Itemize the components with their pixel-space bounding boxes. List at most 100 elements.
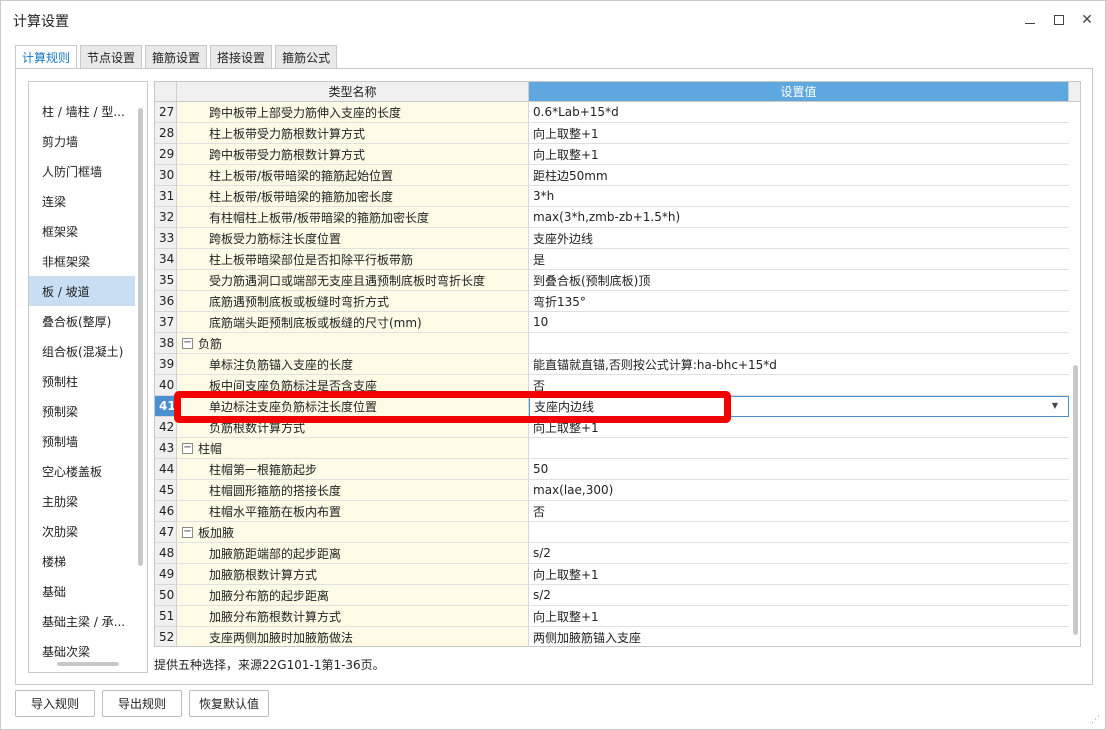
collapse-icon[interactable]: − [182, 526, 193, 538]
sidebar-item-17[interactable]: 基础主梁 / 承... [29, 606, 135, 636]
table-row[interactable]: 40 板中间支座负筋标注是否含支座 否 [155, 375, 1069, 396]
value-cell[interactable]: s/2 [529, 585, 1069, 606]
table-row[interactable]: 38− 负筋 [155, 333, 1069, 354]
sidebar-item-9[interactable]: 预制柱 [29, 366, 135, 396]
type-name-text: 跨板受力筋标注长度位置 [209, 231, 342, 246]
minimize-icon[interactable] [1019, 9, 1041, 31]
table-row[interactable]: 28 柱上板带受力筋根数计算方式 向上取整+1 [155, 123, 1069, 144]
tab-1[interactable]: 节点设置 [80, 45, 143, 69]
value-cell[interactable] [529, 438, 1069, 459]
table-row[interactable]: 50 加腋分布筋的起步距离 s/2 [155, 585, 1069, 606]
sidebar-item-8[interactable]: 组合板(混凝土) [29, 336, 135, 366]
tab-4[interactable]: 箍筋公式 [275, 45, 338, 69]
value-cell[interactable]: 否 [529, 501, 1069, 522]
chevron-down-icon[interactable]: ▼ [1052, 401, 1058, 410]
collapse-icon[interactable]: − [182, 337, 193, 349]
sidebar-item-4[interactable]: 框架梁 [29, 216, 135, 246]
sidebar-item-18[interactable]: 基础次梁 [29, 636, 135, 666]
tab-0[interactable]: 计算规则 [15, 45, 78, 70]
table-row[interactable]: 31 柱上板带/板带暗梁的箍筋加密长度 3*h [155, 186, 1069, 207]
sidebar-item-3[interactable]: 连梁 [29, 186, 135, 216]
close-icon[interactable]: ✕ [1076, 9, 1098, 31]
value-cell[interactable]: 弯折135° [529, 291, 1069, 312]
value-cell[interactable]: 50 [529, 459, 1069, 480]
resize-grip-icon[interactable]: ⋰ [1091, 715, 1103, 727]
type-name-cell: 负筋根数计算方式 [177, 417, 529, 438]
sidebar-item-7[interactable]: 叠合板(整厚) [29, 306, 135, 336]
sidebar-item-5[interactable]: 非框架梁 [29, 246, 135, 276]
sidebar-vertical-scrollbar[interactable] [137, 84, 145, 652]
value-cell[interactable]: 两侧加腋筋锚入支座 [529, 627, 1069, 646]
import-rules-button[interactable]: 导入规则 [15, 690, 95, 717]
value-cell[interactable]: 10 [529, 312, 1069, 333]
value-cell[interactable]: 向上取整+1 [529, 606, 1069, 627]
table-row[interactable]: 43− 柱帽 [155, 438, 1069, 459]
value-cell[interactable]: 向上取整+1 [529, 564, 1069, 585]
table-row[interactable]: 42 负筋根数计算方式 向上取整+1 [155, 417, 1069, 438]
value-cell[interactable]: 距柱边50mm [529, 165, 1069, 186]
value-cell[interactable]: 是 [529, 249, 1069, 270]
table-row[interactable]: 36 底筋遇预制底板或板缝时弯折方式 弯折135° [155, 291, 1069, 312]
type-name-cell: 柱上板带/板带暗梁的箍筋加密长度 [177, 186, 529, 207]
grid-scroll-thumb[interactable] [1073, 365, 1078, 635]
table-row[interactable]: 27 跨中板带上部受力筋伸入支座的长度 0.6*Lab+15*d [155, 102, 1069, 123]
sidebar-item-16[interactable]: 基础 [29, 576, 135, 606]
table-row[interactable]: 51 加腋分布筋根数计算方式 向上取整+1 [155, 606, 1069, 627]
value-cell[interactable]: 能直锚就直锚,否则按公式计算:ha-bhc+15*d [529, 354, 1069, 375]
value-cell[interactable]: 否 [529, 375, 1069, 396]
value-cell[interactable]: s/2 [529, 543, 1069, 564]
restore-defaults-button[interactable]: 恢复默认值 [189, 690, 269, 717]
table-row[interactable]: 37 底筋端头距预制底板或板缝的尺寸(mm) 10 [155, 312, 1069, 333]
maximize-icon[interactable] [1048, 9, 1070, 31]
value-cell[interactable]: 3*h [529, 186, 1069, 207]
sidebar-item-2[interactable]: 人防门框墙 [29, 156, 135, 186]
value-cell[interactable]: 向上取整+1 [529, 144, 1069, 165]
value-text: max(lae,300) [533, 483, 614, 497]
value-cell[interactable]: 0.6*Lab+15*d [529, 102, 1069, 123]
table-row[interactable]: 34 柱上板带暗梁部位是否扣除平行板带筋 是 [155, 249, 1069, 270]
table-row[interactable]: 30 柱上板带/板带暗梁的箍筋起始位置 距柱边50mm [155, 165, 1069, 186]
sidebar-item-14[interactable]: 次肋梁 [29, 516, 135, 546]
value-dropdown[interactable]: 支座内边线 ▼ [529, 396, 1069, 417]
value-cell[interactable]: 向上取整+1 [529, 123, 1069, 144]
value-cell[interactable] [529, 333, 1069, 354]
value-cell[interactable]: 到叠合板(预制底板)顶 [529, 270, 1069, 291]
table-row[interactable]: 29 跨中板带受力筋根数计算方式 向上取整+1 [155, 144, 1069, 165]
tab-3[interactable]: 搭接设置 [210, 45, 273, 69]
table-row[interactable]: 33 跨板受力筋标注长度位置 支座外边线 [155, 228, 1069, 249]
sidebar-item-6[interactable]: 板 / 坡道 [29, 276, 135, 306]
table-row[interactable]: 48 加腋筋距端部的起步距离 s/2 [155, 543, 1069, 564]
value-cell[interactable]: max(3*h,zmb-zb+1.5*h) [529, 207, 1069, 228]
table-row[interactable]: 49 加腋筋根数计算方式 向上取整+1 [155, 564, 1069, 585]
table-row[interactable]: 52 支座两侧加腋时加腋筋做法 两侧加腋筋锚入支座 [155, 627, 1069, 646]
tab-2[interactable]: 箍筋设置 [145, 45, 208, 69]
tab-content-panel: 柱 / 墙柱 / 型... 剪力墙 人防门框墙 连梁 框架梁 非框架梁板 / 坡道 叠合板(… [15, 68, 1093, 685]
value-cell[interactable]: 向上取整+1 [529, 417, 1069, 438]
value-text: 10 [533, 315, 549, 329]
sidebar-item-1[interactable]: 剪力墙 [29, 126, 135, 156]
table-row[interactable]: 35 受力筋遇洞口或端部无支座且遇预制底板时弯折长度 到叠合板(预制底板)顶 [155, 270, 1069, 291]
table-row[interactable]: 45 柱帽圆形箍筋的搭接长度 max(lae,300) [155, 480, 1069, 501]
sidebar-item-0[interactable]: 柱 / 墙柱 / 型... [29, 96, 135, 126]
value-cell[interactable]: 支座外边线 [529, 228, 1069, 249]
grid-header-type-name[interactable]: 类型名称 [177, 82, 529, 102]
sidebar-scroll-thumb[interactable] [138, 108, 143, 566]
sidebar-item-13[interactable]: 主肋梁 [29, 486, 135, 516]
grid-header-value[interactable]: 设置值 [529, 82, 1069, 102]
table-row[interactable]: 46 柱帽水平箍筋在板内布置 否 [155, 501, 1069, 522]
value-cell[interactable]: max(lae,300) [529, 480, 1069, 501]
table-row[interactable]: 39 单标注负筋锚入支座的长度 能直锚就直锚,否则按公式计算:ha-bhc+15*d [155, 354, 1069, 375]
table-row[interactable]: 44 柱帽第一根箍筋起步 50 [155, 459, 1069, 480]
grid-vertical-scrollbar[interactable] [1069, 102, 1080, 646]
sidebar-item-11[interactable]: 预制墙 [29, 426, 135, 456]
table-row[interactable]: 41 单边标注支座负筋标注长度位置 支座内边线 ▼ [155, 396, 1069, 417]
export-rules-button[interactable]: 导出规则 [102, 690, 182, 717]
table-row[interactable]: 32 有柱帽柱上板带/板带暗梁的箍筋加密长度 max(3*h,zmb-zb+1.5*… [155, 207, 1069, 228]
collapse-icon[interactable]: − [182, 442, 193, 454]
table-row[interactable]: 47− 板加腋 [155, 522, 1069, 543]
sidebar-item-12[interactable]: 空心楼盖板 [29, 456, 135, 486]
sidebar-item-10[interactable]: 预制梁 [29, 396, 135, 426]
value-text: max(3*h,zmb-zb+1.5*h) [533, 210, 681, 224]
sidebar-item-15[interactable]: 楼梯 [29, 546, 135, 576]
value-cell[interactable] [529, 522, 1069, 543]
